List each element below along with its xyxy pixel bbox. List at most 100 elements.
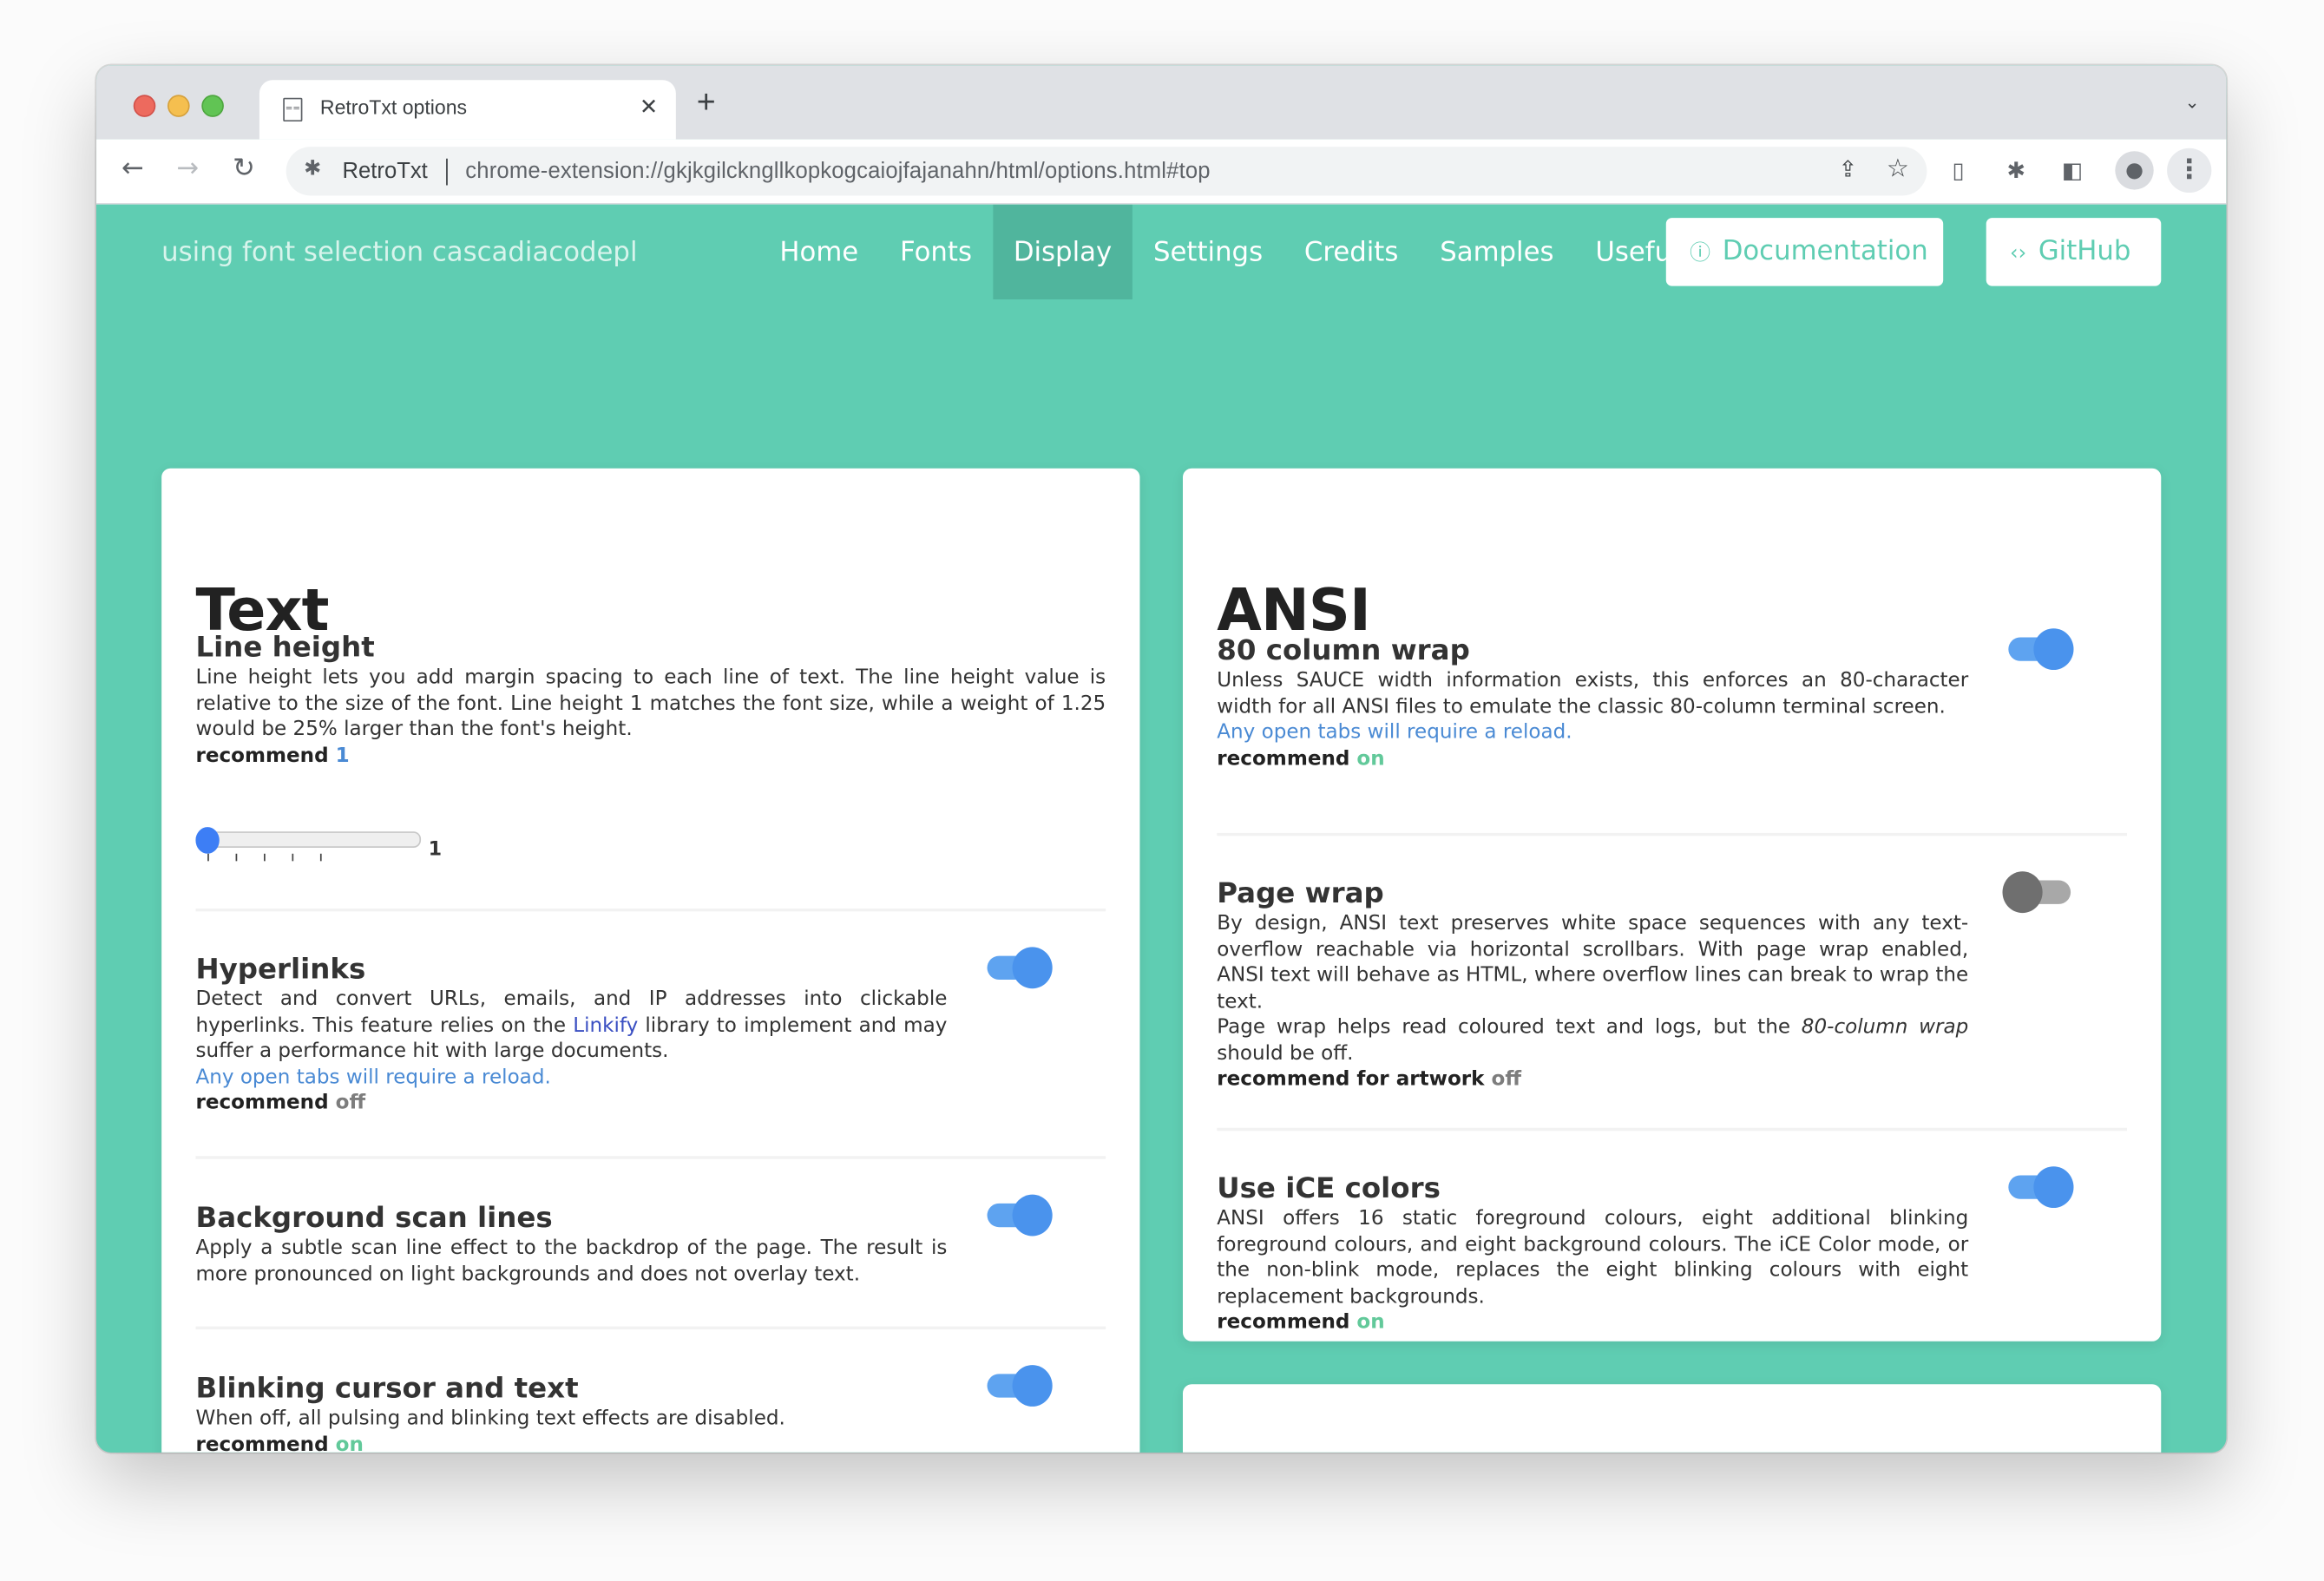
- slider-tick: [292, 853, 294, 862]
- scan-lines-option: Background scan lines Apply a subtle sca…: [195, 1200, 1106, 1288]
- extensions-puzzle-icon[interactable]: ✱: [2007, 154, 2025, 187]
- close-tab-icon[interactable]: ✕: [640, 94, 658, 120]
- linkify-link[interactable]: Linkify: [573, 1013, 638, 1036]
- option-heading: Page wrap: [1217, 877, 1384, 910]
- column-wrap-option: 80 column wrap Unless SAUCE width inform…: [1217, 633, 2127, 772]
- browser-menu-kebab-icon[interactable]: ⋮: [2167, 148, 2212, 194]
- option-description: By design, ANSI text preserves white spa…: [1217, 911, 1969, 1014]
- option-description: Line height lets you add margin spacing …: [195, 665, 1106, 741]
- option-heading: Background scan lines: [195, 1202, 553, 1235]
- screen: == RetroTxt options ✕ + ⌄ ← → ↻ ✱ RetroT…: [0, 0, 2324, 1581]
- options-page: using font selection cascadiacodepl Home…: [96, 204, 2227, 1453]
- slider-track[interactable]: [195, 831, 422, 848]
- tab-title: RetroTxt options: [319, 96, 468, 119]
- recommendation: recommend on: [1217, 745, 1385, 771]
- extension-puzzle-icon: ✱: [304, 157, 322, 181]
- recommendation: recommend off: [195, 1091, 366, 1115]
- font-selection-note: using font selection cascadiacodepl: [161, 237, 638, 269]
- option-heading: Line height: [195, 631, 375, 665]
- blinking-option: Blinking cursor and text When off, all p…: [195, 1371, 1106, 1453]
- recommended-value: off: [1491, 1066, 1522, 1092]
- option-heading: Blinking cursor and text: [195, 1372, 579, 1406]
- option-heading: Use iCE colors: [1217, 1172, 1441, 1205]
- hyperlinks-toggle[interactable]: [987, 946, 1053, 989]
- option-description: ANSI offers 16 static foreground colours…: [1217, 1206, 1969, 1309]
- new-tab-button[interactable]: +: [697, 85, 716, 119]
- close-window-button[interactable]: [133, 95, 156, 117]
- recommended-value: 1: [335, 743, 350, 767]
- side-panel-icon[interactable]: ◧: [2062, 154, 2083, 187]
- reload-note: Any open tabs will require a reload.: [1217, 720, 1572, 745]
- code-brackets-icon: ‹›: [2010, 241, 2027, 266]
- url-text[interactable]: chrome-extension://gkjkgilckngllkopkogca…: [465, 159, 1210, 184]
- divider: [195, 1156, 1106, 1159]
- nav-samples[interactable]: Samples: [1419, 205, 1574, 299]
- ansi-settings-card: ANSI 80 column wrap Unless SAUCE width i…: [1182, 468, 2162, 1342]
- tab-search-chevron-icon[interactable]: ⌄: [2184, 92, 2199, 113]
- slider-value-label: 1: [428, 838, 443, 862]
- blinking-toggle[interactable]: [987, 1363, 1053, 1407]
- recommended-value: on: [1356, 1309, 1385, 1335]
- tab-strip: == RetroTxt options ✕ + ⌄: [96, 65, 2227, 140]
- slider-tick: [319, 853, 322, 862]
- slider-thumb[interactable]: [195, 827, 220, 854]
- browser-toolbar: ← → ↻ ✱ RetroTxt chrome-extension://gkjk…: [96, 139, 2227, 205]
- profile-avatar-icon[interactable]: ●: [2115, 151, 2154, 190]
- slider-tick: [235, 853, 238, 862]
- address-separator: [446, 158, 448, 186]
- browser-tab[interactable]: == RetroTxt options ✕: [259, 80, 676, 140]
- info-circle-icon: ⓘ: [1690, 241, 1711, 266]
- page-wrap-toggle[interactable]: [2002, 870, 2073, 914]
- retrotxt-extension-icon[interactable]: ▯: [1952, 154, 1964, 187]
- slider-tick: [207, 853, 209, 862]
- ice-colors-option: Use iCE colors ANSI offers 16 static for…: [1217, 1171, 2127, 1335]
- option-description: Detect and convert URLs, emails, and IP …: [195, 987, 948, 1063]
- recommended-value: off: [335, 1091, 366, 1115]
- next-settings-card: [1182, 1384, 2162, 1453]
- github-button[interactable]: ‹› GitHub: [1986, 218, 2162, 286]
- option-description-note: Page wrap helps read coloured text and l…: [1217, 1014, 1969, 1066]
- nav-fonts[interactable]: Fonts: [879, 205, 993, 299]
- maximize-window-button[interactable]: [201, 95, 224, 117]
- nav-display[interactable]: Display: [992, 204, 1133, 300]
- recommendation: recommend on: [195, 1433, 1106, 1453]
- nav-home[interactable]: Home: [758, 205, 879, 299]
- minimize-window-button[interactable]: [167, 95, 190, 117]
- line-height-slider[interactable]: [195, 827, 422, 873]
- main-nav: Home Fonts Display Settings Credits Samp…: [758, 204, 1699, 300]
- option-heading: Hyperlinks: [195, 953, 366, 986]
- share-icon[interactable]: ⇪: [1839, 155, 1857, 182]
- page-wrap-option: Page wrap By design, ANSI text preserves…: [1217, 876, 2127, 1092]
- line-height-option: Line height Line height lets you add mar…: [195, 630, 1106, 770]
- bookmark-star-icon[interactable]: ☆: [1887, 154, 1909, 184]
- text-settings-card: Text Line height Line height lets you ad…: [161, 468, 1140, 1453]
- scan-lines-toggle[interactable]: [987, 1193, 1053, 1237]
- recommendation: recommend 1: [195, 743, 350, 767]
- github-label: GitHub: [2038, 235, 2131, 267]
- reload-icon[interactable]: ↻: [233, 153, 255, 186]
- browser-window: == RetroTxt options ✕ + ⌄ ← → ↻ ✱ RetroT…: [96, 65, 2227, 1453]
- column-wrap-toggle[interactable]: [2008, 626, 2074, 671]
- back-arrow-icon[interactable]: ←: [121, 153, 144, 186]
- ice-colors-toggle[interactable]: [2008, 1164, 2074, 1209]
- page-favicon-icon: ==: [283, 97, 303, 122]
- recommendation: recommend on: [1217, 1309, 1385, 1335]
- option-heading: 80 column wrap: [1217, 634, 1470, 667]
- recommendation: recommend for artwork off: [1217, 1066, 1522, 1092]
- documentation-label: Documentation: [1722, 235, 1928, 267]
- hyperlinks-option: Hyperlinks Detect and convert URLs, emai…: [195, 952, 1106, 1117]
- option-description: When off, all pulsing and blinking text …: [195, 1406, 785, 1431]
- documentation-button[interactable]: ⓘ Documentation: [1665, 218, 1944, 286]
- address-bar[interactable]: ✱ RetroTxt chrome-extension://gkjkgilckn…: [286, 147, 1927, 196]
- nav-credits[interactable]: Credits: [1283, 205, 1419, 299]
- reload-note: Any open tabs will require a reload.: [195, 1065, 551, 1089]
- nav-settings[interactable]: Settings: [1132, 205, 1283, 299]
- forward-arrow-icon[interactable]: →: [176, 153, 199, 186]
- site-label: RetroTxt: [342, 158, 428, 184]
- option-description: Apply a subtle scan line effect to the b…: [195, 1236, 948, 1286]
- divider: [195, 909, 1106, 912]
- recommended-value: on: [1356, 745, 1385, 771]
- slider-tick: [264, 853, 266, 862]
- divider: [195, 1326, 1106, 1330]
- option-description: Unless SAUCE width information exists, t…: [1217, 668, 1969, 718]
